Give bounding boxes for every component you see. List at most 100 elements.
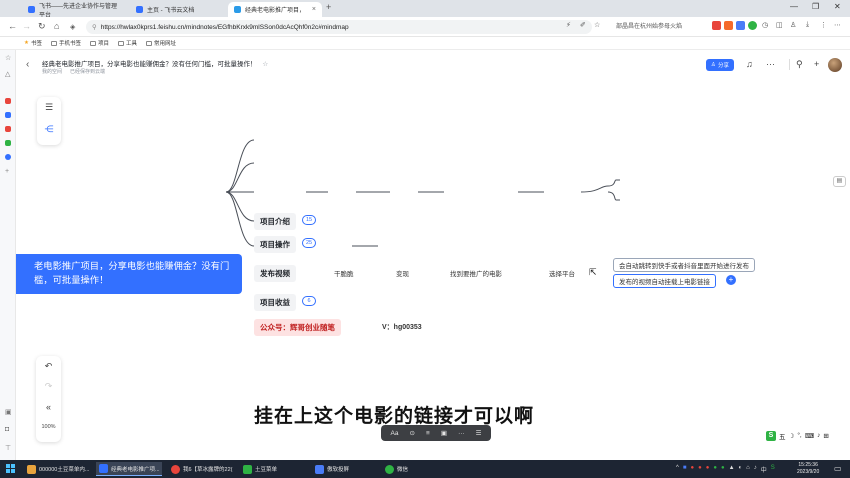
mindmap-node-intro[interactable]: 项目介绍: [254, 213, 296, 230]
ime-logo-icon[interactable]: S: [766, 430, 776, 441]
list-icon[interactable]: ≡: [426, 430, 430, 437]
star-icon[interactable]: ☆: [5, 54, 11, 62]
star-icon[interactable]: ☆: [594, 21, 600, 29]
search-icon[interactable]: ⚲: [796, 59, 803, 70]
image-icon[interactable]: ▣: [441, 429, 447, 437]
volume-icon[interactable]: ♪: [754, 465, 757, 474]
mindmap-node-publish[interactable]: 发布视频: [254, 265, 296, 282]
browser-tab-1[interactable]: 飞书——先进企业协作与管理平台: [22, 2, 128, 19]
app-icon[interactable]: [5, 154, 11, 160]
tray-app-icon[interactable]: ◐: [739, 465, 743, 474]
taskbar-app[interactable]: 000000土豆菜单内...: [24, 462, 92, 476]
link-icon[interactable]: ⊙: [410, 429, 415, 437]
windows-start-icon[interactable]: [6, 464, 15, 473]
grid-menu-icon[interactable]: ⋯: [834, 21, 841, 29]
notification-icon[interactable]: ▭: [834, 464, 842, 473]
mindmap-node-option-1[interactable]: 会自动跳转到快手或者抖音里面开始进行发布: [613, 258, 755, 272]
app-icon[interactable]: [5, 112, 11, 118]
translate-icon[interactable]: ✐: [580, 21, 586, 29]
child-count-badge[interactable]: 15: [302, 215, 316, 225]
taskbar-app[interactable]: 土豆菜单: [240, 462, 288, 476]
tray-app-icon[interactable]: ■: [683, 465, 687, 474]
add-icon[interactable]: +: [814, 59, 819, 69]
mindmap-root-node[interactable]: 老电影推广项目，分享电影也能赚佣金？没有门槛，可批量操作！: [16, 254, 242, 294]
tray-app-icon[interactable]: ●: [706, 465, 710, 474]
mindmap-node-chain-3[interactable]: 找到要推广的电影: [450, 268, 502, 278]
add-icon[interactable]: +: [5, 168, 11, 175]
taskbar-app[interactable]: 微信: [382, 462, 422, 476]
star-icon[interactable]: ☆: [262, 61, 268, 68]
bookmark-item[interactable]: 工具: [117, 39, 137, 47]
taskbar-app[interactable]: 傲软投屏: [312, 462, 364, 476]
mindmap-node-income[interactable]: 项目收益: [254, 294, 296, 311]
profile-icon[interactable]: ♙: [790, 21, 796, 29]
mindmap-node-chain-4[interactable]: 选择平台: [549, 268, 575, 278]
app-icon[interactable]: [5, 126, 11, 132]
bookmark-item[interactable]: 项目: [89, 39, 109, 47]
mindmap-node-chain-2[interactable]: 变现: [396, 268, 409, 278]
extension-icon[interactable]: [736, 21, 745, 30]
shapes-icon[interactable]: △: [5, 70, 11, 78]
home-icon[interactable]: ⌂: [54, 21, 59, 31]
extension-icon[interactable]: [724, 21, 733, 30]
app-icon[interactable]: [5, 140, 11, 146]
extension-icon[interactable]: [712, 21, 721, 30]
bell-icon[interactable]: ♫: [746, 59, 753, 69]
new-tab-icon[interactable]: +: [326, 2, 331, 12]
tray-app-icon[interactable]: ●: [698, 465, 702, 474]
ime-mode-label[interactable]: 五: [779, 431, 786, 441]
grid-icon[interactable]: ⊞: [823, 432, 828, 440]
mindmap-node-chain-1[interactable]: 干脆脆: [334, 268, 354, 278]
avatar[interactable]: [828, 58, 842, 72]
pin-icon[interactable]: ⊤: [5, 444, 11, 452]
tray-app-icon[interactable]: ●: [713, 465, 717, 474]
mindmap-node-wechat-account[interactable]: 公众号：辉哥创业随笔: [254, 319, 341, 336]
tools-icon[interactable]: ◘: [5, 426, 11, 433]
download-icon[interactable]: ⤓: [806, 21, 809, 29]
tab-close-icon[interactable]: ×: [312, 6, 316, 13]
restore-icon[interactable]: ❐: [812, 2, 819, 11]
browser-tab-2[interactable]: 主页 - 飞书云文档: [130, 2, 226, 17]
voice-icon[interactable]: ♪: [817, 432, 820, 439]
bolt-icon[interactable]: ⚡: [566, 21, 571, 29]
bookmark-item[interactable]: 常用网址: [146, 39, 176, 47]
close-window-icon[interactable]: ✕: [834, 2, 841, 11]
location-label[interactable]: 我的空间: [42, 68, 62, 75]
comment-icon[interactable]: ☰: [476, 429, 482, 437]
browser-tab-3[interactable]: 经典老电影推广项目，分享电影... ×: [228, 2, 322, 17]
taskbar-app[interactable]: 经典老电影推广项...: [96, 462, 162, 476]
trash-icon[interactable]: ▣: [5, 408, 12, 416]
more-icon[interactable]: ···: [766, 59, 775, 69]
url-input[interactable]: ⚲ https://hwlax0kprs1.feishu.cn/mindnote…: [86, 20, 592, 34]
minimize-icon[interactable]: —: [790, 2, 798, 11]
shield-icon[interactable]: ◈: [70, 23, 75, 31]
bookmark-item[interactable]: ★ 书签: [24, 39, 42, 47]
document-title[interactable]: 经典老电影推广项目，分享电影也能赚佣金？没有任何门槛，可批量操作！ ☆: [42, 58, 268, 68]
tray-app-icon[interactable]: S: [771, 465, 775, 474]
child-count-badge[interactable]: 6: [302, 296, 316, 306]
mindmap-node-wechat-id[interactable]: V：hg00353: [382, 322, 422, 332]
extension-news-label[interactable]: 部晶昌在杭州始参母火焰: [616, 21, 708, 30]
chevron-left-icon[interactable]: ‹: [26, 59, 29, 70]
extension-icon[interactable]: [748, 21, 757, 30]
back-icon[interactable]: ←: [8, 21, 17, 31]
reload-icon[interactable]: ↻: [38, 21, 46, 32]
tray-app-icon[interactable]: ●: [690, 465, 694, 474]
input-language[interactable]: 中: [761, 465, 767, 474]
chevron-up-icon[interactable]: ^: [676, 465, 679, 474]
add-node-icon[interactable]: +: [726, 275, 736, 285]
network-icon[interactable]: ⌂: [746, 465, 750, 474]
browser-menu-icon[interactable]: ⋮: [820, 21, 827, 29]
history-icon[interactable]: ◷: [762, 21, 768, 29]
tray-app-icon[interactable]: ●: [721, 465, 725, 474]
share-button[interactable]: ♙ 分享: [706, 59, 734, 71]
punctuation-icon[interactable]: °,: [797, 432, 801, 439]
mindmap-node-operation[interactable]: 项目操作: [254, 236, 296, 253]
moon-icon[interactable]: ☽: [789, 432, 795, 440]
mindmap-node-option-2[interactable]: 发布的视频自动挂载上电影链接: [613, 274, 716, 288]
taskbar-app[interactable]: 我6【草冰露牌的22(...: [168, 462, 236, 476]
forward-icon[interactable]: →: [22, 21, 31, 31]
text-style-icon[interactable]: Aa: [391, 430, 399, 437]
keyboard-icon[interactable]: ⌨: [805, 432, 814, 440]
app-icon[interactable]: [5, 98, 11, 104]
